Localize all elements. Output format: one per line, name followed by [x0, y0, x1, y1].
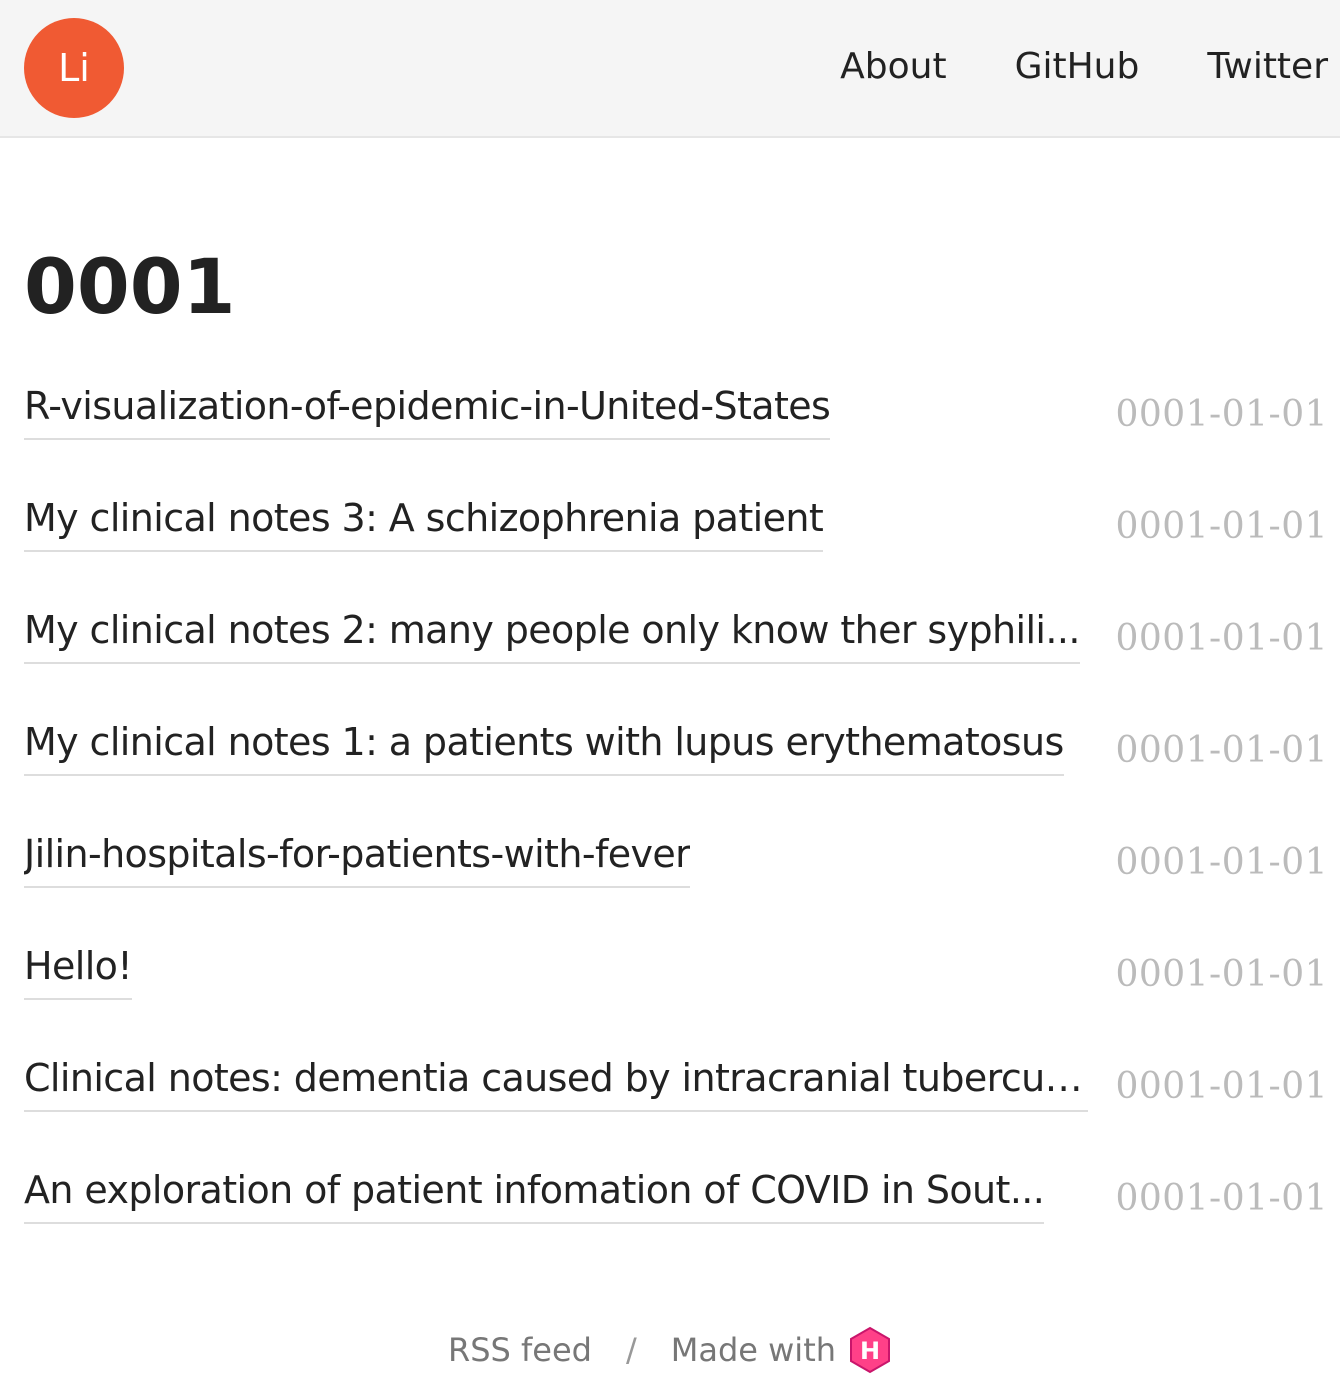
nav-about-link[interactable]: About — [840, 44, 946, 90]
post-date: 0001-01-01 — [1115, 506, 1328, 547]
made-with: Made with H — [671, 1326, 892, 1374]
made-with-label: Made with — [670, 1331, 837, 1369]
list-item: R-visualization-of-epidemic-in-United-St… — [24, 378, 1328, 490]
site-header: Li About GitHub Twitter — [0, 0, 1340, 138]
svg-text:H: H — [860, 1337, 880, 1365]
post-title-link[interactable]: My clinical notes 3: A schizophrenia pat… — [24, 490, 824, 552]
list-item: Clinical notes: dementia caused by intra… — [24, 1050, 1328, 1162]
site-footer: RSS feed / Made with H — [0, 1326, 1340, 1374]
post-list: R-visualization-of-epidemic-in-United-St… — [24, 378, 1328, 1274]
list-item: My clinical notes 2: many people only kn… — [24, 602, 1328, 714]
post-date: 0001-01-01 — [1115, 730, 1328, 771]
site-logo[interactable]: Li — [24, 18, 124, 118]
post-title-link[interactable]: Hello! — [24, 938, 132, 1000]
post-date: 0001-01-01 — [1115, 842, 1328, 883]
nav-github-link[interactable]: GitHub — [1015, 44, 1140, 90]
post-date: 0001-01-01 — [1115, 1066, 1328, 1107]
post-title-link[interactable]: Clinical notes: dementia caused by intra… — [24, 1050, 1088, 1112]
post-title-link[interactable]: Jilin-hospitals-for-patients-with-fever — [24, 826, 691, 888]
top-nav: About GitHub Twitter — [840, 44, 1328, 90]
footer-separator: / — [625, 1331, 637, 1369]
list-item: Jilin-hospitals-for-patients-with-fever … — [24, 826, 1328, 938]
post-date: 0001-01-01 — [1115, 954, 1328, 995]
page-title: 0001 — [24, 242, 236, 331]
list-item: My clinical notes 1: a patients with lup… — [24, 714, 1328, 826]
post-title-link[interactable]: My clinical notes 1: a patients with lup… — [24, 714, 1064, 776]
post-date: 0001-01-01 — [1115, 394, 1328, 435]
list-item: Hello! 0001-01-01 — [24, 938, 1328, 1050]
list-item: My clinical notes 3: A schizophrenia pat… — [24, 490, 1328, 602]
hugo-icon[interactable]: H — [848, 1326, 892, 1374]
post-title-link[interactable]: R-visualization-of-epidemic-in-United-St… — [24, 378, 831, 440]
post-title-link[interactable]: An exploration of patient infomation of … — [24, 1162, 1045, 1224]
post-date: 0001-01-01 — [1115, 1178, 1328, 1219]
list-item: An exploration of patient infomation of … — [24, 1162, 1328, 1274]
rss-feed-link[interactable]: RSS feed — [448, 1331, 592, 1369]
post-date: 0001-01-01 — [1115, 618, 1328, 659]
post-title-link[interactable]: My clinical notes 2: many people only kn… — [24, 602, 1080, 664]
nav-twitter-link[interactable]: Twitter — [1207, 44, 1328, 90]
